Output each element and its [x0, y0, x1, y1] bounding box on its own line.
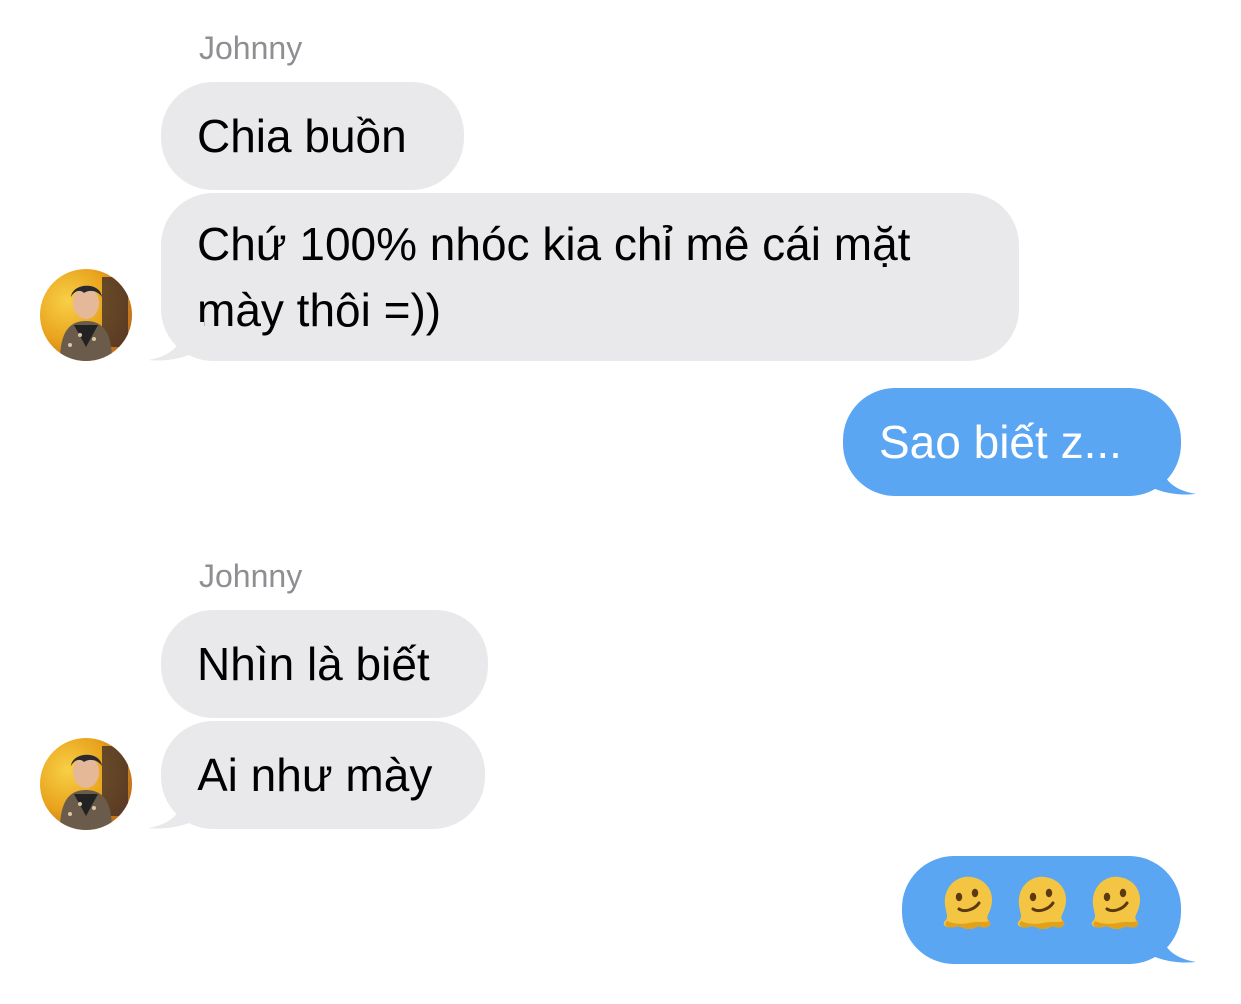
- incoming-message[interactable]: Chia buồn: [161, 82, 464, 190]
- message-text: Sao biết z...: [879, 416, 1122, 468]
- incoming-message[interactable]: Nhìn là biết: [161, 610, 488, 718]
- message-text: Chứ 100% nhóc kia chỉ mê cái mặt mày thô…: [197, 218, 911, 336]
- avatar[interactable]: [40, 738, 132, 830]
- message-text: Nhìn là biết: [197, 638, 430, 690]
- bubble-tail: [148, 322, 204, 361]
- sender-name: Johnny: [199, 30, 303, 66]
- message-text: Chia buồn: [197, 110, 407, 162]
- bubble-tail: [1140, 924, 1196, 963]
- incoming-message[interactable]: Chứ 100% nhóc kia chỉ mê cái mặt mày thô…: [161, 193, 1019, 361]
- avatar-photo-icon: [40, 738, 132, 830]
- bubble-tail: [1140, 456, 1196, 495]
- incoming-message[interactable]: Ai như mày: [161, 721, 485, 829]
- outgoing-message[interactable]: Sao biết z...: [843, 388, 1181, 496]
- avatar-photo-icon: [40, 269, 132, 361]
- melting-face-icon: [1085, 871, 1147, 950]
- avatar[interactable]: [40, 269, 132, 361]
- melting-face-icon: [937, 871, 999, 950]
- bubble-tail: [148, 790, 204, 829]
- melting-face-icon: [1011, 871, 1073, 950]
- sender-name: Johnny: [199, 558, 303, 594]
- message-text: Ai như mày: [197, 749, 433, 801]
